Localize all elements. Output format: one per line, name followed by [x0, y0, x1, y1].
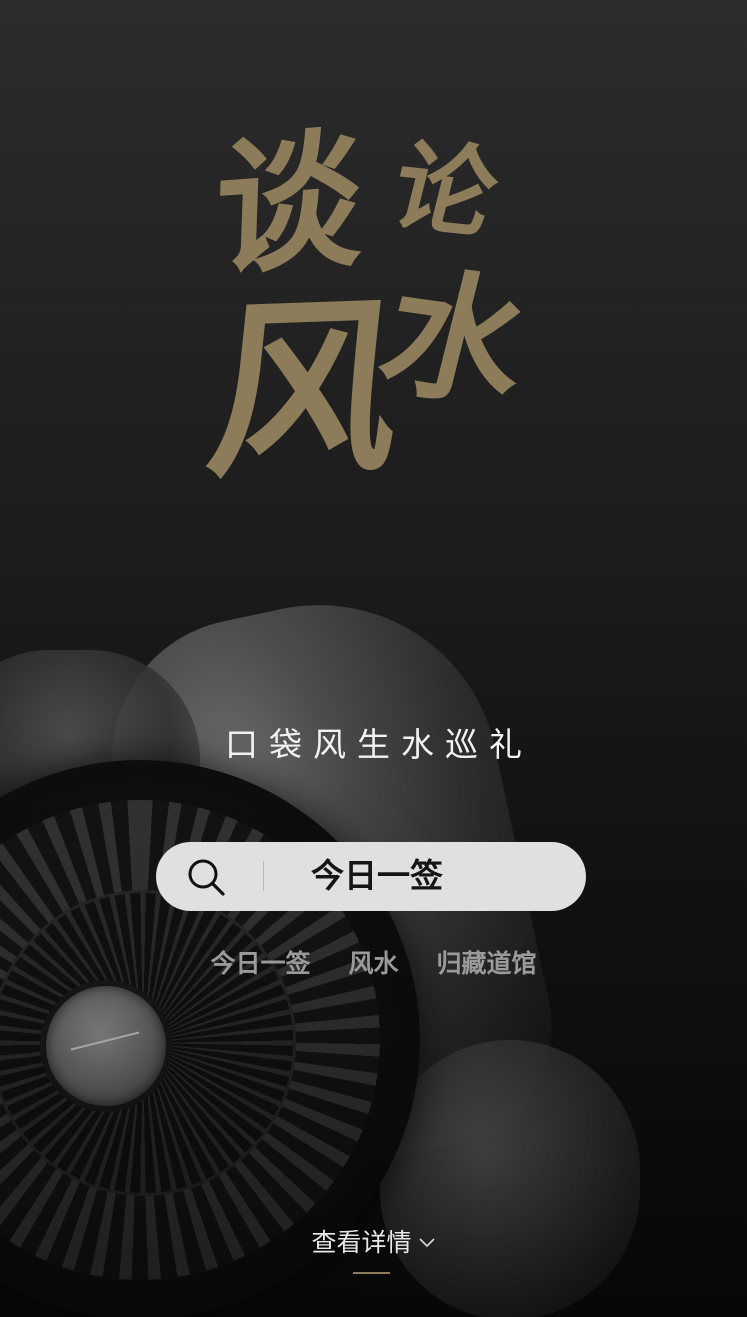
quick-link-fengshui[interactable]: 风水 — [348, 946, 398, 982]
compass-center — [40, 980, 172, 1112]
view-details-label: 查看详情 — [311, 1228, 412, 1257]
chevron-down-icon — [418, 1238, 435, 1248]
details-underline — [353, 1272, 390, 1274]
quick-links: 今日一签 风水 归藏道馆 — [0, 946, 747, 982]
quick-link-today-lot[interactable]: 今日一签 — [210, 946, 310, 982]
quick-link-guizang-hall[interactable]: 归藏道馆 — [437, 946, 537, 982]
view-details-row[interactable]: 查看详情 — [311, 1225, 435, 1261]
search-divider — [263, 861, 264, 891]
view-details-button[interactable]: 查看详情 — [0, 1225, 747, 1261]
search-input[interactable]: 今日一签 — [311, 855, 443, 897]
tagline: 口袋风生水巡礼 — [225, 725, 533, 764]
palm-shape — [380, 1040, 640, 1317]
splash-screen: 谈 论 风 水 口袋风生水巡礼 今日一签 今日一签 风水 归藏道馆 查看详情 — [0, 0, 747, 1317]
search-icon[interactable] — [186, 857, 226, 897]
logo-char-lun: 论 — [380, 126, 510, 254]
compass-inner-ring — [0, 890, 296, 1196]
logo-char-tan: 谈 — [212, 111, 366, 297]
calligraphy-logo: 谈 论 风 水 — [198, 111, 550, 520]
compass-needle — [70, 1031, 140, 1051]
search-bar[interactable]: 今日一签 — [156, 842, 586, 911]
